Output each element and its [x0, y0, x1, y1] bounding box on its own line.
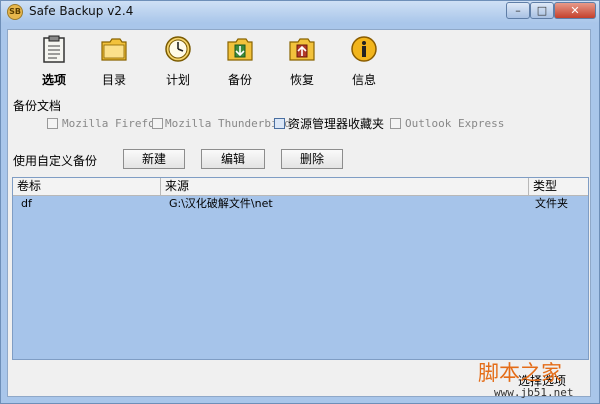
clock-icon	[165, 36, 191, 62]
tab-backup-label: 备份	[227, 73, 252, 87]
app-logo-icon: SB	[7, 4, 23, 20]
tab-restore-label: 恢复	[289, 73, 314, 87]
clipboard-icon	[43, 35, 65, 63]
tab-options[interactable]: 选项	[29, 33, 79, 89]
close-button[interactable]: ✕	[554, 2, 596, 19]
custom-backup-label: 使用自定义备份	[13, 154, 98, 168]
tab-info[interactable]: 信息	[339, 33, 389, 89]
favorites-label: 资源管理器收藏夹	[288, 117, 385, 131]
watermark-url: www.jb51.net	[494, 386, 574, 399]
maximize-button[interactable]: □	[530, 2, 554, 19]
column-header-type[interactable]: 类型	[529, 178, 588, 195]
table-cell-label[interactable]: df	[17, 197, 32, 211]
tab-info-label: 信息	[351, 73, 376, 87]
backup-table[interactable]: 卷标 来源 类型 df G:\汉化破解文件\net 文件夹	[12, 177, 589, 360]
thunderbird-label: Mozilla Thunderbird	[165, 117, 291, 130]
firefox-checkbox[interactable]	[47, 118, 58, 129]
tab-backup[interactable]: 备份	[215, 33, 265, 89]
edit-button[interactable]: 编辑	[201, 149, 265, 169]
column-header-label[interactable]: 卷标	[13, 178, 161, 195]
favorites-checkbox[interactable]	[274, 118, 285, 129]
restore-folder-icon	[289, 38, 315, 61]
toolbar: 选项 目录 计划 备份 恢复 信息	[13, 33, 589, 91]
tab-restore[interactable]: 恢复	[277, 33, 327, 89]
tab-directory-label: 目录	[101, 73, 126, 87]
info-icon	[351, 36, 377, 62]
tab-schedule-label: 计划	[165, 73, 190, 87]
app-window: SB Safe Backup v2.4 – □ ✕ 选项 目录 计划 备份 恢复…	[0, 0, 600, 404]
new-button[interactable]: 新建	[123, 149, 185, 169]
title-bar[interactable]: SB Safe Backup v2.4 – □ ✕	[1, 1, 599, 23]
thunderbird-checkbox[interactable]	[152, 118, 163, 129]
minimize-button[interactable]: –	[506, 2, 530, 19]
folder-icon	[101, 38, 127, 61]
backup-docs-label: 备份文档	[13, 99, 62, 113]
watermark-title: 脚本之家	[478, 361, 562, 385]
table-cell-source[interactable]: G:\汉化破解文件\net	[165, 197, 273, 211]
outlook-express-checkbox[interactable]	[390, 118, 401, 129]
window-title: Safe Backup v2.4	[29, 4, 134, 18]
tab-options-label: 选项	[41, 73, 66, 87]
watermark: 脚本之家 www.jb51.net	[478, 357, 590, 401]
table-cell-type[interactable]: 文件夹	[531, 197, 568, 211]
tab-schedule[interactable]: 计划	[153, 33, 203, 89]
firefox-label: Mozilla Firefox	[62, 117, 162, 130]
outlook-express-label: Outlook Express	[405, 117, 505, 130]
column-header-source[interactable]: 来源	[161, 178, 529, 195]
table-header: 卷标 来源 类型	[13, 178, 588, 196]
tab-directory[interactable]: 目录	[89, 33, 139, 89]
backup-folder-icon	[227, 38, 253, 61]
delete-button[interactable]: 删除	[281, 149, 343, 169]
